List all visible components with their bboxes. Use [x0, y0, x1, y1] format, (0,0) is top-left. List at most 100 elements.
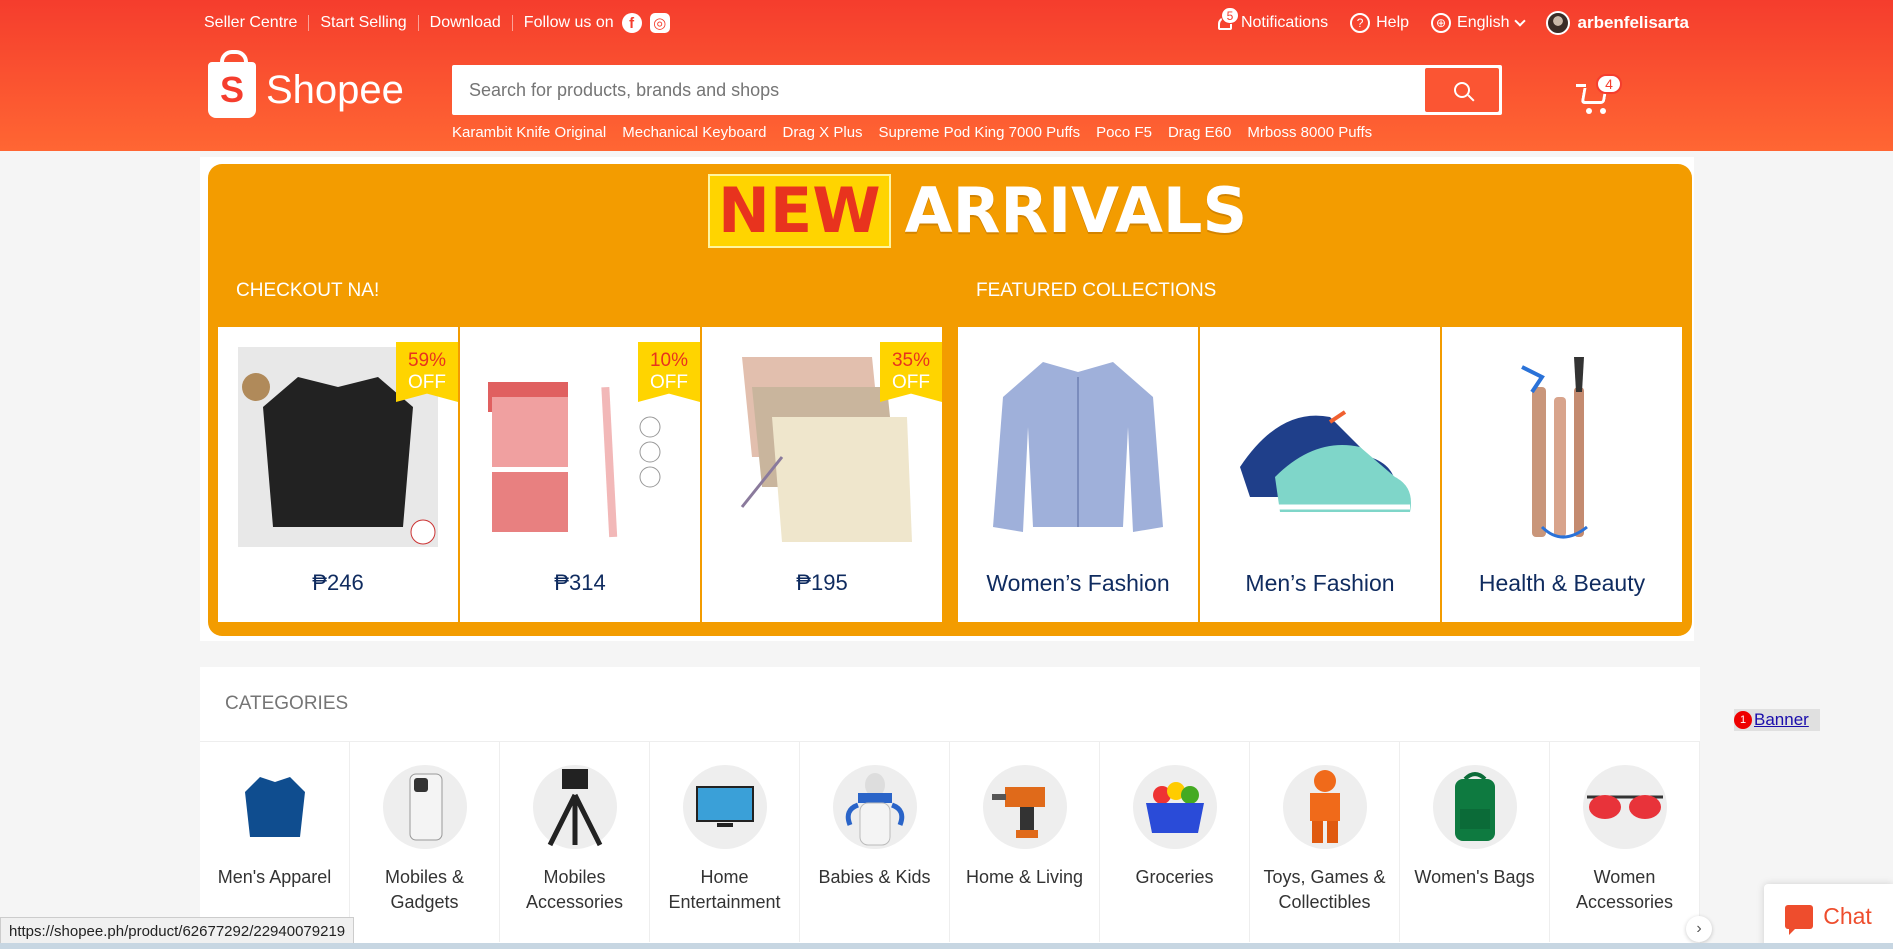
search-icon: [1454, 82, 1470, 98]
product-card[interactable]: 59% OFF ₱246: [218, 327, 458, 622]
search-input[interactable]: [455, 79, 1425, 101]
search-button[interactable]: [1425, 68, 1499, 112]
top-navbar: Seller Centre Start Selling Download Fol…: [204, 7, 1690, 35]
category-label: Women Accessories: [1575, 867, 1674, 912]
banner-link[interactable]: 1 Banner: [1734, 709, 1820, 731]
start-selling-link[interactable]: Start Selling: [320, 14, 406, 32]
category-label: Mobiles & Gadgets: [384, 867, 465, 912]
status-bar-url: https://shopee.ph/product/62677292/22940…: [0, 917, 355, 945]
download-link[interactable]: Download: [430, 14, 501, 32]
divider: [417, 15, 419, 31]
cart-button[interactable]: 4: [1576, 74, 1622, 116]
tv-icon: [682, 765, 767, 849]
cart-count-badge: 4: [1596, 74, 1622, 94]
suggestion-link[interactable]: Drag E60: [1168, 124, 1231, 141]
suggestion-link[interactable]: Drag X Plus: [783, 124, 863, 141]
globe-icon: ⊕: [1431, 13, 1452, 33]
category-home-living[interactable]: Home & Living: [950, 742, 1100, 942]
divider: [511, 15, 513, 31]
category-label: Home & Living: [965, 867, 1084, 887]
chat-label: Chat: [1823, 903, 1872, 929]
category-women-accessories[interactable]: Women Accessories: [1550, 742, 1700, 942]
notifications-badge: 5: [1220, 7, 1239, 24]
facebook-icon[interactable]: f: [621, 13, 642, 33]
categories-next-arrow[interactable]: ›: [1686, 916, 1712, 942]
cart-icon: [1576, 84, 1586, 87]
new-arrivals-title: NEW ARRIVALS: [708, 174, 1247, 248]
product-price: ₱246: [312, 570, 364, 595]
discount-badge: 10% OFF: [638, 342, 700, 402]
username: arbenfelisarta: [1577, 13, 1690, 32]
category-label: Home Entertainment: [668, 867, 781, 912]
makeup-brushes-image: [1521, 357, 1588, 539]
divider: [308, 15, 310, 31]
category-groceries[interactable]: Groceries: [1100, 742, 1250, 942]
shopee-logo[interactable]: S Shopee: [208, 50, 404, 118]
help-button[interactable]: ? Help: [1350, 13, 1409, 33]
help-label: Help: [1376, 14, 1410, 31]
chevron-right-icon: ›: [1696, 920, 1702, 937]
collection-label: Men’s Fashion: [1245, 570, 1395, 596]
categories-title: CATEGORIES: [200, 667, 1700, 742]
tripod-icon: [532, 765, 617, 849]
discount-badge: 35% OFF: [880, 342, 942, 402]
suggestion-link[interactable]: Mechanical Keyboard: [622, 124, 766, 141]
banner-label: Banner: [1754, 710, 1809, 729]
suggestion-link[interactable]: Supreme Pod King 7000 Puffs: [879, 124, 1081, 141]
grocery-basket-icon: [1132, 765, 1217, 849]
account-menu[interactable]: arbenfelisarta: [1545, 11, 1690, 35]
product-price: ₱314: [554, 570, 606, 595]
language-selector[interactable]: ⊕ English: [1431, 13, 1526, 33]
seller-centre-link[interactable]: Seller Centre: [204, 14, 297, 32]
toy-figure-icon: [1282, 765, 1367, 849]
category-mens-apparel[interactable]: Men's Apparel: [200, 742, 350, 942]
suggestion-link[interactable]: Karambit Knife Original: [452, 124, 606, 141]
instagram-icon[interactable]: ◎: [649, 13, 670, 33]
product-card[interactable]: 10% OFF ₱314: [460, 327, 700, 622]
search-bar: [452, 65, 1502, 115]
collection-health-beauty[interactable]: Health & Beauty: [1442, 327, 1682, 622]
womens-cardigan-image: [993, 362, 1163, 532]
category-label: Toys, Games & Collectibles: [1263, 867, 1386, 912]
follow-us-label: Follow us on: [523, 14, 614, 31]
search-suggestions: Karambit Knife Original Mechanical Keybo…: [452, 124, 1388, 141]
help-icon: ?: [1350, 13, 1371, 33]
product-card[interactable]: 35% OFF ₱195: [702, 327, 942, 622]
baby-bottle-icon: [832, 765, 917, 849]
shopee-bag-icon: S: [208, 50, 256, 118]
drill-icon: [982, 765, 1067, 849]
discount-badge: 59% OFF: [396, 342, 458, 402]
avatar: [1545, 11, 1570, 35]
suggestion-link[interactable]: Mrboss 8000 Puffs: [1247, 124, 1372, 141]
sweater-icon: [233, 765, 317, 849]
logo-text: Shopee: [266, 67, 404, 112]
bell-icon: 5: [1215, 7, 1239, 33]
site-header: Seller Centre Start Selling Download Fol…: [0, 0, 1893, 151]
product-price: ₱195: [796, 570, 848, 595]
category-home-entertainment[interactable]: Home Entertainment: [650, 742, 800, 942]
category-toys-games[interactable]: Toys, Games & Collectibles: [1250, 742, 1400, 942]
language-label: English: [1457, 14, 1510, 31]
sneakers-image: [1240, 410, 1411, 512]
phone-icon: [382, 765, 467, 849]
suggestion-link[interactable]: Poco F5: [1096, 124, 1152, 141]
collection-womens-fashion[interactable]: Women’s Fashion: [958, 327, 1198, 622]
category-babies-kids[interactable]: Babies & Kids: [800, 742, 950, 942]
category-mobiles-gadgets[interactable]: Mobiles & Gadgets: [350, 742, 500, 942]
collection-mens-fashion[interactable]: Men’s Fashion: [1200, 327, 1440, 622]
category-label: Mobiles Accessories: [525, 867, 624, 912]
backpack-icon: [1432, 765, 1517, 849]
collection-label: Health & Beauty: [1478, 570, 1646, 596]
category-label: Babies & Kids: [818, 867, 931, 887]
category-label: Men's Apparel: [217, 867, 332, 887]
chat-button[interactable]: Chat: [1764, 884, 1893, 949]
collection-label: Women’s Fashion: [986, 570, 1170, 596]
category-womens-bags[interactable]: Women's Bags: [1400, 742, 1550, 942]
category-label: Women's Bags: [1414, 867, 1535, 887]
notifications-label: Notifications: [1240, 14, 1329, 31]
featured-collections-label: FEATURED COLLECTIONS: [976, 280, 1217, 301]
notifications-button[interactable]: 5 Notifications: [1215, 7, 1329, 33]
category-mobiles-accessories[interactable]: Mobiles Accessories: [500, 742, 650, 942]
banner-badge: 1: [1734, 711, 1752, 729]
sunglasses-icon: [1582, 765, 1667, 849]
